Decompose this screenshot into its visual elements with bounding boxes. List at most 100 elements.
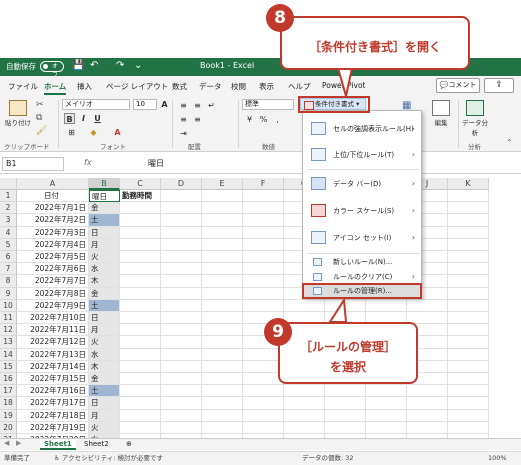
row-header[interactable]: 20 <box>0 421 17 434</box>
hours-cell[interactable] <box>120 263 161 276</box>
empty-cell[interactable] <box>202 190 243 203</box>
date-cell[interactable]: 2022年7月18日 <box>17 409 89 422</box>
empty-cell[interactable] <box>448 251 489 264</box>
bold-button[interactable]: B <box>64 113 75 124</box>
empty-cell[interactable] <box>161 397 202 410</box>
tab-review[interactable]: 校閲 <box>231 81 246 92</box>
empty-cell[interactable] <box>243 226 284 239</box>
font-color-icon[interactable]: A <box>112 127 123 138</box>
name-box[interactable]: B1 <box>2 157 64 171</box>
row-header[interactable]: 9 <box>0 287 17 300</box>
edit-button[interactable]: 編集 <box>428 100 454 127</box>
scroll-left-icon[interactable]: ◀ <box>4 439 9 447</box>
align-left-icon[interactable]: ≡ <box>178 114 189 125</box>
tab-page-layout[interactable]: ページ レイアウト <box>106 81 168 92</box>
row-header[interactable]: 14 <box>0 348 17 361</box>
empty-cell[interactable] <box>448 275 489 288</box>
date-cell[interactable]: 2022年7月19日 <box>17 421 89 434</box>
weekday-cell[interactable]: 月 <box>89 238 120 251</box>
row-header[interactable]: 6 <box>0 251 17 264</box>
weekday-cell[interactable]: 土 <box>89 385 120 398</box>
empty-cell[interactable] <box>202 409 243 422</box>
copy-icon[interactable]: ⧉ <box>36 113 42 123</box>
hours-cell[interactable] <box>120 214 161 227</box>
italic-button[interactable]: I <box>78 113 89 124</box>
menu-clear-rules[interactable]: ルールのクリア(C) › <box>303 270 421 284</box>
empty-cell[interactable] <box>448 226 489 239</box>
column-header-f[interactable]: F <box>243 178 284 190</box>
column-header-c[interactable]: C <box>120 178 161 190</box>
empty-cell[interactable] <box>325 385 366 398</box>
row-header[interactable]: 13 <box>0 336 17 349</box>
empty-cell[interactable] <box>448 421 489 434</box>
sheet-tab-sheet1[interactable]: Sheet1 <box>40 439 76 450</box>
border-icon[interactable]: ⊞ <box>66 127 77 138</box>
weekday-cell[interactable]: 日 <box>89 226 120 239</box>
tab-help[interactable]: ヘルプ <box>288 81 311 92</box>
weekday-cell[interactable]: 金 <box>89 202 120 215</box>
empty-cell[interactable] <box>202 299 243 312</box>
empty-cell[interactable] <box>448 238 489 251</box>
hours-cell[interactable] <box>120 348 161 361</box>
hours-cell[interactable] <box>120 373 161 386</box>
empty-cell[interactable] <box>161 190 202 203</box>
number-format-select[interactable]: 標準 <box>242 99 294 110</box>
empty-cell[interactable] <box>161 299 202 312</box>
header-cell-weekday[interactable]: 曜日 <box>89 190 120 203</box>
empty-cell[interactable] <box>243 251 284 264</box>
row-header[interactable]: 1 <box>0 190 17 203</box>
row-header[interactable]: 11 <box>0 312 17 325</box>
weekday-cell[interactable]: 木 <box>89 275 120 288</box>
empty-cell[interactable] <box>202 226 243 239</box>
date-cell[interactable]: 2022年7月16日 <box>17 385 89 398</box>
menu-icon-sets[interactable]: アイコン セット(I) › <box>303 225 421 251</box>
empty-cell[interactable] <box>202 385 243 398</box>
header-cell-date[interactable]: 日付 <box>17 190 89 203</box>
menu-color-scales[interactable]: カラー スケール(S) › <box>303 198 421 224</box>
select-all-corner[interactable] <box>0 178 17 190</box>
weekday-cell[interactable]: 土 <box>89 214 120 227</box>
tab-file[interactable]: ファイル <box>8 81 38 92</box>
analyze-data-button[interactable]: データ分析 <box>462 100 488 137</box>
empty-cell[interactable] <box>243 202 284 215</box>
empty-cell[interactable] <box>284 397 325 410</box>
empty-cell[interactable] <box>243 238 284 251</box>
tab-power-pivot[interactable]: Power Pivot <box>322 81 365 90</box>
hours-cell[interactable] <box>120 409 161 422</box>
empty-cell[interactable] <box>243 275 284 288</box>
empty-cell[interactable] <box>161 275 202 288</box>
row-header[interactable]: 12 <box>0 324 17 337</box>
weekday-cell[interactable]: 土 <box>89 299 120 312</box>
row-header[interactable]: 18 <box>0 397 17 410</box>
empty-cell[interactable] <box>448 373 489 386</box>
empty-cell[interactable] <box>161 324 202 337</box>
hours-cell[interactable] <box>120 251 161 264</box>
grow-font-icon[interactable]: A <box>159 99 170 110</box>
empty-cell[interactable] <box>448 324 489 337</box>
row-header[interactable]: 8 <box>0 275 17 288</box>
empty-cell[interactable] <box>284 385 325 398</box>
date-cell[interactable]: 2022年7月1日 <box>17 202 89 215</box>
header-cell-hours[interactable]: 勤務時間 <box>120 190 161 203</box>
empty-cell[interactable] <box>161 251 202 264</box>
font-size-select[interactable]: 10 <box>133 99 157 110</box>
weekday-cell[interactable]: 日 <box>89 312 120 325</box>
column-header-k[interactable]: K <box>448 178 489 190</box>
date-cell[interactable]: 2022年7月17日 <box>17 397 89 410</box>
column-header-d[interactable]: D <box>161 178 202 190</box>
empty-cell[interactable] <box>243 190 284 203</box>
hours-cell[interactable] <box>120 324 161 337</box>
empty-cell[interactable] <box>202 324 243 337</box>
empty-cell[interactable] <box>448 263 489 276</box>
empty-cell[interactable] <box>243 385 284 398</box>
tab-view[interactable]: 表示 <box>259 81 274 92</box>
tab-data[interactable]: データ <box>199 81 222 92</box>
empty-cell[interactable] <box>202 275 243 288</box>
weekday-cell[interactable]: 火 <box>89 421 120 434</box>
menu-top-bottom-rules[interactable]: 上位/下位ルール(T) › <box>303 143 421 167</box>
date-cell[interactable]: 2022年7月5日 <box>17 251 89 264</box>
percent-icon[interactable]: % <box>258 114 269 125</box>
empty-cell[interactable] <box>284 299 325 312</box>
empty-cell[interactable] <box>243 214 284 227</box>
paste-button[interactable]: 貼り付け <box>4 100 32 127</box>
